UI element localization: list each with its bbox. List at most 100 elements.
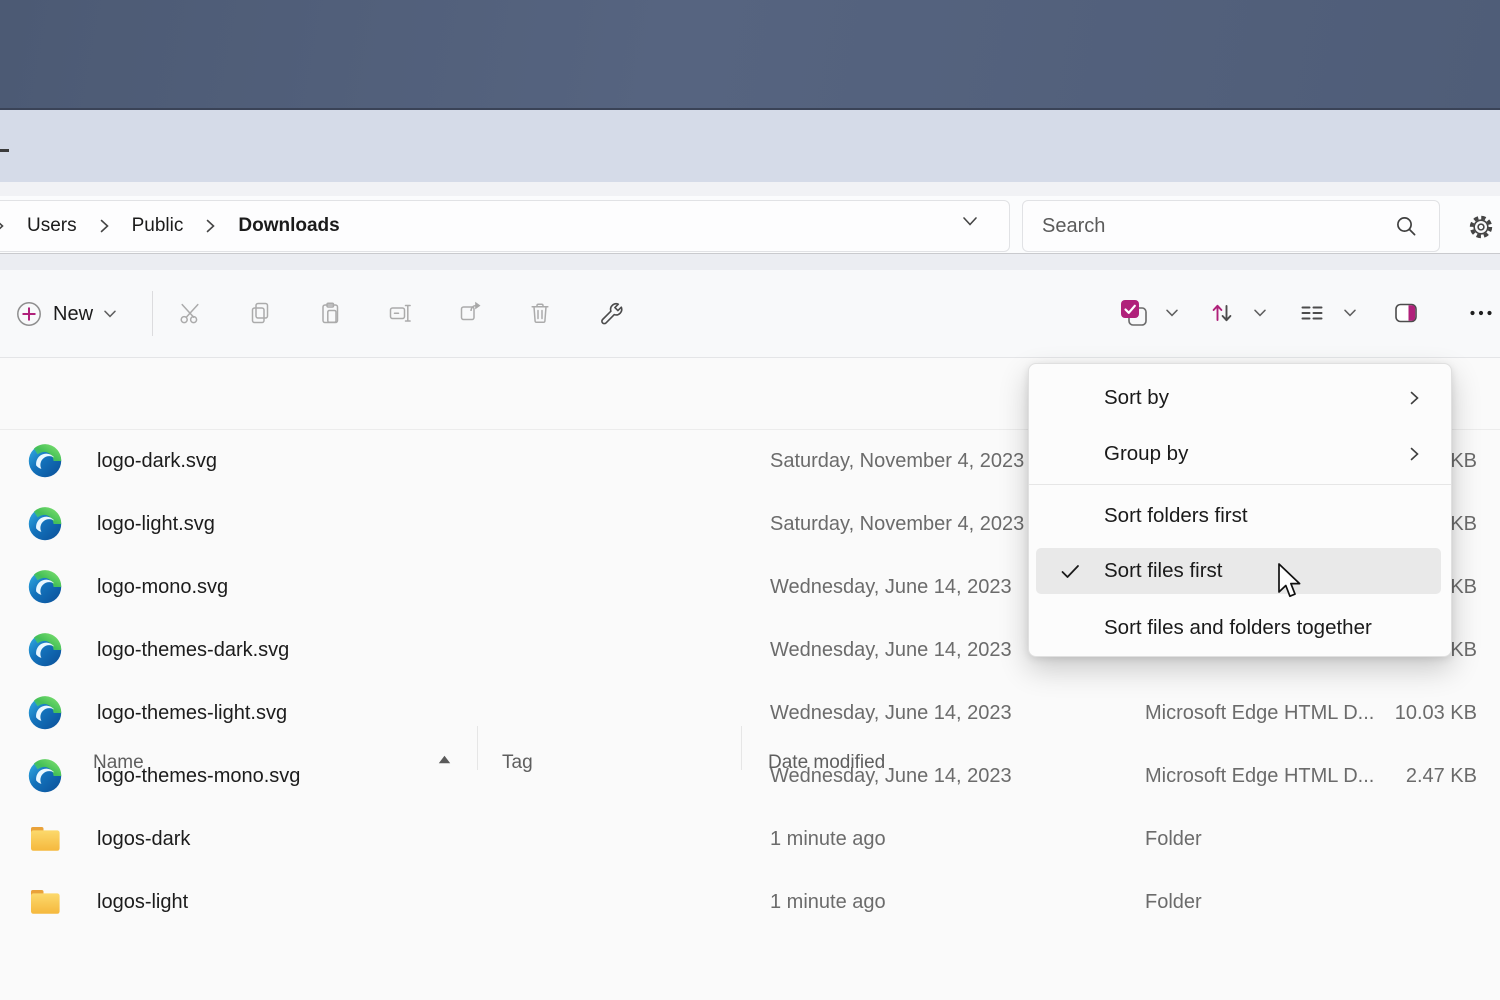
copy-button[interactable] <box>238 291 282 335</box>
menu-item-label: Sort files and folders together <box>1104 616 1372 640</box>
chevron-down-icon <box>1344 309 1356 317</box>
folder-icon <box>28 885 62 919</box>
tools-button[interactable] <box>588 291 632 335</box>
settings-button[interactable] <box>1464 212 1498 242</box>
folder-row[interactable]: logos-light 1 minute ago Folder <box>0 871 1500 934</box>
window-titlebar <box>0 110 1500 182</box>
menu-item-label: Group by <box>1104 442 1188 466</box>
file-name: logo-themes-dark.svg <box>97 619 289 682</box>
file-name: logos-light <box>97 871 188 934</box>
share-icon <box>457 300 483 326</box>
file-date: Saturday, November 4, 2023 <box>770 430 1024 493</box>
file-name: logo-themes-light.svg <box>97 682 287 745</box>
folder-icon <box>28 822 62 856</box>
chevron-right-icon <box>206 219 215 233</box>
clipped-tab-glyph <box>0 149 9 152</box>
copy-icon <box>247 300 273 326</box>
multi-select-dropdown[interactable] <box>1165 306 1179 320</box>
edge-file-icon <box>28 759 62 793</box>
file-name: logo-themes-mono.svg <box>97 745 300 808</box>
file-name: logo-light.svg <box>97 493 215 556</box>
file-date: 1 minute ago <box>770 871 886 934</box>
view-dropdown[interactable] <box>1343 306 1357 320</box>
file-date: 1 minute ago <box>770 808 886 871</box>
search-icon <box>1394 214 1418 238</box>
rename-button[interactable] <box>378 291 422 335</box>
plus-circle-icon <box>16 301 42 327</box>
file-size: 2.47 KB <box>1317 745 1477 808</box>
menu-item-group-by[interactable]: Group by <box>1029 426 1451 482</box>
search-input[interactable] <box>1023 215 1382 238</box>
file-row[interactable]: logo-themes-light.svg Wednesday, June 14… <box>0 682 1500 745</box>
breadcrumb-item-users[interactable]: Users <box>27 215 77 237</box>
menu-item-sort-by[interactable]: Sort by <box>1029 370 1451 426</box>
paste-icon <box>317 300 343 326</box>
ellipsis-icon <box>1468 300 1494 326</box>
edge-file-icon <box>28 444 62 478</box>
chrome-strip <box>0 182 1500 196</box>
menu-item-sort-files-first[interactable]: Sort files first <box>1036 548 1441 594</box>
chevron-right-icon <box>0 219 4 233</box>
file-row[interactable]: logo-themes-mono.svg Wednesday, June 14,… <box>0 745 1500 808</box>
file-size <box>1317 871 1477 934</box>
file-name: logo-mono.svg <box>97 556 228 619</box>
toolbar-separator <box>152 291 153 336</box>
desktop-wallpaper <box>0 0 1500 110</box>
file-type: Folder <box>1145 871 1202 934</box>
details-pane-button[interactable] <box>1384 291 1428 335</box>
chrome-strip-lower <box>0 253 1500 270</box>
more-button[interactable] <box>1459 291 1500 335</box>
cut-icon <box>177 300 203 326</box>
new-button-label: New <box>53 303 93 326</box>
share-button[interactable] <box>448 291 492 335</box>
rename-icon <box>387 300 413 326</box>
chevron-right-icon <box>100 219 109 233</box>
file-date: Wednesday, June 14, 2023 <box>770 745 1012 808</box>
chevron-down-icon <box>1254 309 1266 317</box>
multi-select-icon <box>1119 298 1149 328</box>
menu-item-sort-folders-first[interactable]: Sort folders first <box>1029 488 1451 544</box>
file-type: Folder <box>1145 808 1202 871</box>
search-box[interactable] <box>1022 200 1440 252</box>
edge-file-icon <box>28 696 62 730</box>
trash-icon <box>527 300 553 326</box>
sort-icon <box>1209 300 1235 326</box>
edge-file-icon <box>28 633 62 667</box>
breadcrumb: Users Public Downloads <box>0 200 340 252</box>
delete-button[interactable] <box>518 291 562 335</box>
new-button[interactable]: New <box>6 292 126 336</box>
file-size <box>1317 808 1477 871</box>
menu-item-label: Sort files first <box>1104 559 1222 583</box>
details-pane-icon <box>1393 300 1419 326</box>
chevron-down-icon <box>962 216 978 227</box>
menu-separator <box>1029 484 1451 485</box>
paste-button[interactable] <box>308 291 352 335</box>
file-name: logo-dark.svg <box>97 430 217 493</box>
breadcrumb-item-public[interactable]: Public <box>132 215 184 237</box>
sort-button[interactable] <box>1200 291 1244 335</box>
chevron-right-icon <box>1410 391 1419 405</box>
multi-select-button[interactable] <box>1112 291 1156 335</box>
menu-item-label: Sort folders first <box>1104 504 1248 528</box>
view-list-icon <box>1299 300 1325 326</box>
sort-dropdown[interactable] <box>1253 306 1267 320</box>
menu-item-sort-files-and-folders-together[interactable]: Sort files and folders together <box>1029 600 1451 656</box>
menu-item-label: Sort by <box>1104 386 1169 410</box>
breadcrumb-item-downloads[interactable]: Downloads <box>238 215 339 237</box>
file-date: Wednesday, June 14, 2023 <box>770 682 1012 745</box>
cut-button[interactable] <box>168 291 212 335</box>
edge-file-icon <box>28 570 62 604</box>
file-date: Wednesday, June 14, 2023 <box>770 619 1012 682</box>
checkmark-icon <box>1061 564 1080 579</box>
file-name: logos-dark <box>97 808 190 871</box>
gear-icon <box>1467 213 1495 241</box>
edge-file-icon <box>28 507 62 541</box>
command-bar <box>0 270 1500 358</box>
file-size: 10.03 KB <box>1317 682 1477 745</box>
wrench-icon <box>597 300 623 326</box>
chevron-down-icon <box>104 310 116 318</box>
file-date: Wednesday, June 14, 2023 <box>770 556 1012 619</box>
view-button[interactable] <box>1290 291 1334 335</box>
folder-row[interactable]: logos-dark 1 minute ago Folder <box>0 808 1500 871</box>
address-dropdown-button[interactable] <box>962 216 978 227</box>
